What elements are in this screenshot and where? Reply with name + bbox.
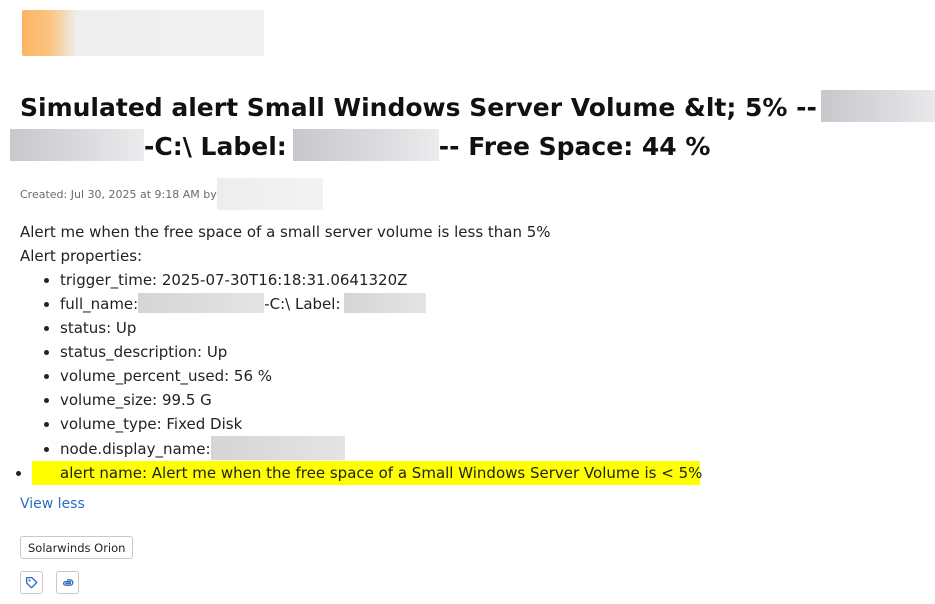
- prop-volume-percent-used: volume_percent_used: 56 %: [60, 364, 700, 388]
- prop-trigger-time: trigger_time: 2025-07-30T16:18:31.064132…: [60, 268, 700, 292]
- prop-full-name-label: full_name:: [60, 295, 139, 313]
- tag-icon: [25, 576, 38, 589]
- redacted-full-name: [138, 293, 265, 313]
- prop-volume-type: volume_type: Fixed Disk: [60, 412, 700, 436]
- redacted-author: [216, 178, 323, 210]
- redacted-node-name: [210, 436, 345, 460]
- alert-title-part2: -C:\ Label:: [144, 132, 287, 161]
- prop-status-description: status_description: Up: [60, 340, 700, 364]
- prop-alert-name: alert name: Alert me when the free space…: [32, 461, 702, 485]
- properties-heading: Alert properties:: [20, 247, 143, 265]
- view-less-link[interactable]: View less: [20, 496, 85, 512]
- alert-properties-list: trigger_time: 2025-07-30T16:18:31.064132…: [20, 268, 702, 485]
- redacted-label: [292, 129, 439, 161]
- alert-title-part3: -- Free Space: 44 %: [438, 132, 711, 161]
- prop-status: status: Up: [60, 316, 700, 340]
- created-text: Created: Jul 30, 2025 at 9:18 AM by: [20, 188, 217, 201]
- redacted-hostname-continued: [10, 129, 144, 161]
- prop-full-name: full_name: -C:\ Label:: [60, 292, 700, 316]
- redacted-full-name-label: [343, 293, 426, 313]
- alert-summary: Alert me when the free space of a small …: [20, 223, 551, 241]
- redacted-logo: [22, 10, 264, 56]
- alert-title-part1: Simulated alert Small Windows Server Vol…: [20, 93, 817, 122]
- prop-full-name-middle: -C:\ Label:: [264, 295, 341, 313]
- alert-description: Alert me when the free space of a small …: [20, 220, 702, 485]
- alert-title: Simulated alert Small Windows Server Vol…: [10, 88, 935, 166]
- attach-icon-button[interactable]: [56, 571, 79, 594]
- paperclip-icon: [62, 578, 73, 586]
- tag-chip-solarwinds[interactable]: Solarwinds Orion: [20, 536, 134, 559]
- redacted-hostname: [820, 90, 935, 122]
- prop-node-display-name: node.display_name:: [60, 436, 700, 461]
- created-meta: Created: Jul 30, 2025 at 9:18 AM by: [20, 178, 323, 210]
- prop-volume-size: volume_size: 99.5 G: [60, 388, 700, 412]
- tag-icon-button[interactable]: [20, 571, 43, 594]
- prop-node-display-name-label: node.display_name:: [60, 440, 211, 458]
